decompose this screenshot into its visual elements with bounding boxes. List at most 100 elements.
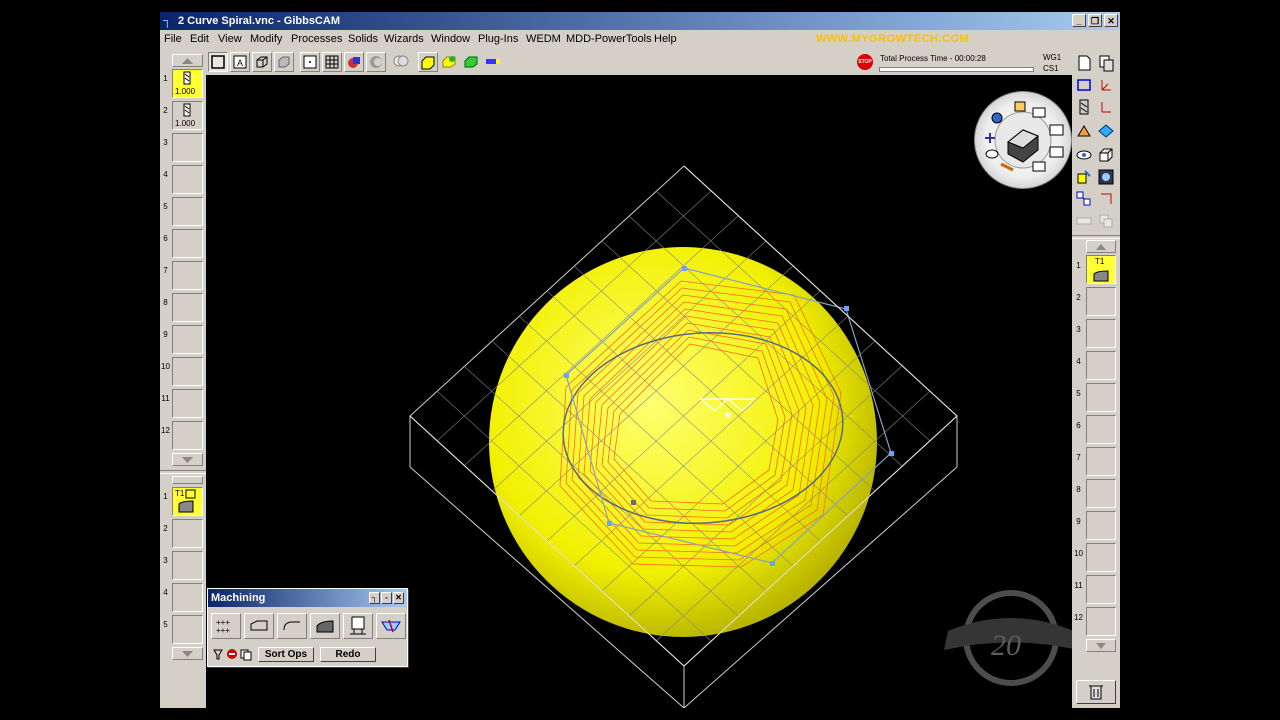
- operation-slot[interactable]: 5: [1072, 382, 1118, 413]
- transform-icon[interactable]: [1075, 190, 1093, 208]
- fixture-button[interactable]: [440, 52, 460, 72]
- hole-process-button[interactable]: +++ +++: [211, 613, 241, 639]
- empty-process-slot[interactable]: [172, 583, 203, 612]
- restore-button[interactable]: ❐: [1088, 14, 1102, 27]
- menu-mdd-powertools[interactable]: MDD-PowerTools: [566, 33, 652, 45]
- menu-modify[interactable]: Modify: [250, 33, 282, 45]
- empty-process-slot[interactable]: [172, 551, 203, 580]
- axis-icon[interactable]: [1097, 76, 1115, 94]
- cut-part-button[interactable]: [366, 52, 386, 72]
- empty-tool-slot[interactable]: [172, 293, 203, 322]
- empty-operation-slot[interactable]: [1086, 511, 1116, 540]
- empty-tool-slot[interactable]: [172, 197, 203, 226]
- view-rotation-dial[interactable]: [974, 91, 1072, 189]
- tool-slot[interactable]: 2 1.000: [160, 100, 204, 131]
- stop-icon[interactable]: STOP: [857, 54, 873, 70]
- empty-tool-slot[interactable]: [172, 357, 203, 386]
- menu-edit[interactable]: Edit: [190, 33, 209, 45]
- operation-slot[interactable]: 12: [1072, 606, 1118, 637]
- tool-slot[interactable]: 6: [160, 228, 204, 259]
- surface-icon[interactable]: [1097, 122, 1115, 140]
- palette-minimize-button[interactable]: -: [381, 592, 392, 604]
- empty-tool-slot[interactable]: [172, 133, 203, 162]
- solid-view-button[interactable]: [274, 52, 294, 72]
- operation-slot[interactable]: 8: [1072, 478, 1118, 509]
- render-icon[interactable]: [1097, 168, 1115, 186]
- menu-processes[interactable]: Processes: [291, 33, 342, 45]
- menu-file[interactable]: File: [164, 33, 182, 45]
- menu-plugins[interactable]: Plug-Ins: [478, 33, 518, 45]
- operation-slot[interactable]: 9: [1072, 510, 1118, 541]
- tool-slot[interactable]: 10: [160, 356, 204, 387]
- empty-process-slot[interactable]: [172, 615, 203, 644]
- operation-slot[interactable]: 1 T1: [1072, 254, 1118, 285]
- process-delete-icon[interactable]: [226, 647, 238, 662]
- geometry-icon[interactable]: [1075, 76, 1093, 94]
- wireframe-view-button[interactable]: [208, 52, 228, 72]
- menu-window[interactable]: Window: [431, 33, 470, 45]
- ops-scroll-down-button[interactable]: [1086, 639, 1116, 652]
- contour-process-button[interactable]: [244, 613, 274, 639]
- tool-slot[interactable]: 1 1.000: [160, 68, 204, 99]
- 5axis-process-button[interactable]: [376, 613, 406, 639]
- empty-operation-slot[interactable]: [1086, 543, 1116, 572]
- tool-slot[interactable]: 4: [160, 164, 204, 195]
- tool-scroll-down-button[interactable]: [172, 453, 203, 466]
- empty-operation-slot[interactable]: [1086, 383, 1116, 412]
- empty-operation-slot[interactable]: [1086, 351, 1116, 380]
- operation-slot[interactable]: 2: [1072, 286, 1118, 317]
- process-copy-icon[interactable]: [240, 647, 252, 662]
- process-scroll-up-button[interactable]: [172, 476, 203, 484]
- dimension-icon[interactable]: [1097, 190, 1115, 208]
- ops-scroll-up-button[interactable]: [1086, 240, 1116, 253]
- tool-slot[interactable]: 9: [160, 324, 204, 355]
- operation-1[interactable]: T1: [1086, 255, 1116, 284]
- machining-icon[interactable]: [1075, 122, 1093, 140]
- empty-operation-slot[interactable]: [1086, 607, 1116, 636]
- tool-slot[interactable]: 8: [160, 292, 204, 323]
- pocket-process-button[interactable]: [277, 613, 307, 639]
- process-scroll-down-button[interactable]: [172, 647, 203, 660]
- surface-process-button[interactable]: [310, 613, 340, 639]
- process-slot[interactable]: 3: [160, 550, 204, 581]
- process-1[interactable]: T1: [172, 487, 203, 516]
- menu-wedm[interactable]: WEDM: [526, 33, 561, 45]
- sort-ops-button[interactable]: Sort Ops: [258, 647, 314, 662]
- shaded-solid-button[interactable]: [344, 52, 364, 72]
- operation-slot[interactable]: 6: [1072, 414, 1118, 445]
- process-slot[interactable]: 5: [160, 614, 204, 645]
- empty-tool-slot[interactable]: [172, 389, 203, 418]
- iso-view-button[interactable]: [252, 52, 272, 72]
- operation-slot[interactable]: 11: [1072, 574, 1118, 605]
- operation-slot[interactable]: 4: [1072, 350, 1118, 381]
- empty-tool-slot[interactable]: [172, 229, 203, 258]
- grid-button[interactable]: [322, 52, 342, 72]
- palette-close-button[interactable]: ✕: [393, 592, 404, 604]
- pin-button[interactable]: ┐: [369, 592, 380, 604]
- process-slot[interactable]: 2: [160, 518, 204, 549]
- tool-1[interactable]: 1.000: [172, 69, 203, 98]
- minimize-button[interactable]: _: [1072, 14, 1086, 27]
- menu-wizards[interactable]: Wizards: [384, 33, 424, 45]
- empty-tool-slot[interactable]: [172, 325, 203, 354]
- empty-tool-slot[interactable]: [172, 261, 203, 290]
- trash-button[interactable]: [1076, 680, 1116, 704]
- tool-display-button[interactable]: [484, 52, 504, 72]
- empty-operation-slot[interactable]: [1086, 319, 1116, 348]
- tool-slot[interactable]: 3: [160, 132, 204, 163]
- empty-operation-slot[interactable]: [1086, 415, 1116, 444]
- process-slot[interactable]: 4: [160, 582, 204, 613]
- process-slot[interactable]: 1 T1: [160, 486, 204, 517]
- empty-operation-slot[interactable]: [1086, 479, 1116, 508]
- green-solid-button[interactable]: [462, 52, 482, 72]
- stock-button[interactable]: [418, 52, 438, 72]
- menu-help[interactable]: Help: [654, 33, 677, 45]
- empty-operation-slot[interactable]: [1086, 287, 1116, 316]
- empty-operation-slot[interactable]: [1086, 575, 1116, 604]
- surface-view-button[interactable]: A: [230, 52, 250, 72]
- operation-slot[interactable]: 10: [1072, 542, 1118, 573]
- tool-icon[interactable]: [1075, 98, 1093, 116]
- copy-document-icon[interactable]: [1097, 54, 1115, 72]
- tool-slot[interactable]: 12: [160, 420, 204, 451]
- axis-red-icon[interactable]: [1097, 98, 1115, 116]
